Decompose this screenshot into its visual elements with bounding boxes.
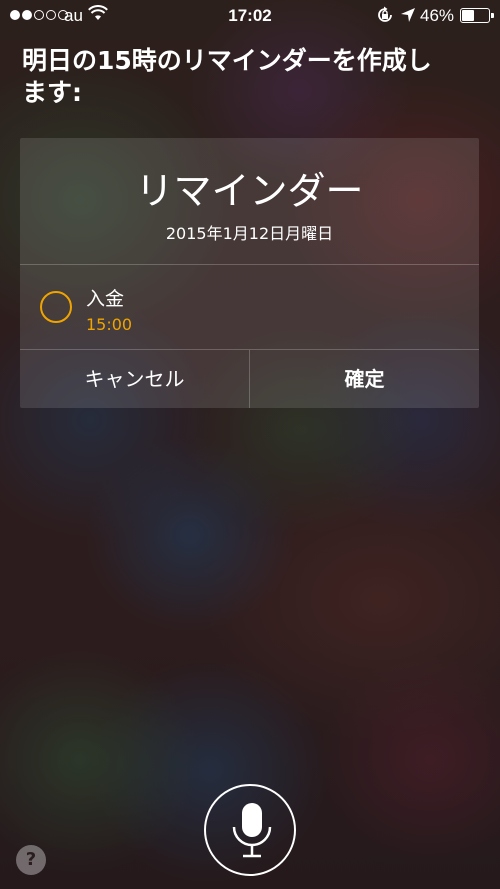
rotation-lock-icon	[378, 6, 392, 22]
battery-fill	[462, 10, 474, 21]
reminder-circle-icon[interactable]	[40, 291, 72, 323]
status-bar: au 17:02 46%	[0, 0, 500, 30]
reminder-date: 2015年1月12日月曜日	[165, 224, 334, 243]
reminder-task-title: 入金	[86, 288, 125, 310]
confirm-button[interactable]: 確定	[250, 350, 479, 408]
microphone-icon	[232, 803, 272, 858]
battery-tip	[491, 13, 494, 18]
reminder-card: リマインダー 2015年1月12日月曜日 入金 15:00 キャンセル 確定	[20, 138, 479, 408]
battery-percentage: 46%	[420, 6, 455, 25]
reminder-task-time: 15:00	[86, 315, 133, 334]
battery-icon	[460, 8, 494, 23]
card-divider	[20, 264, 479, 265]
cancel-button[interactable]: キャンセル	[20, 350, 249, 408]
siri-prompt: 明日の15時のリマインダーを作成します:	[22, 46, 432, 107]
card-title: リマインダー	[135, 169, 364, 213]
help-button[interactable]: ?	[16, 845, 46, 875]
location-arrow-icon	[401, 8, 415, 22]
background-dim	[0, 0, 500, 889]
siri-mic-button[interactable]	[204, 784, 296, 876]
